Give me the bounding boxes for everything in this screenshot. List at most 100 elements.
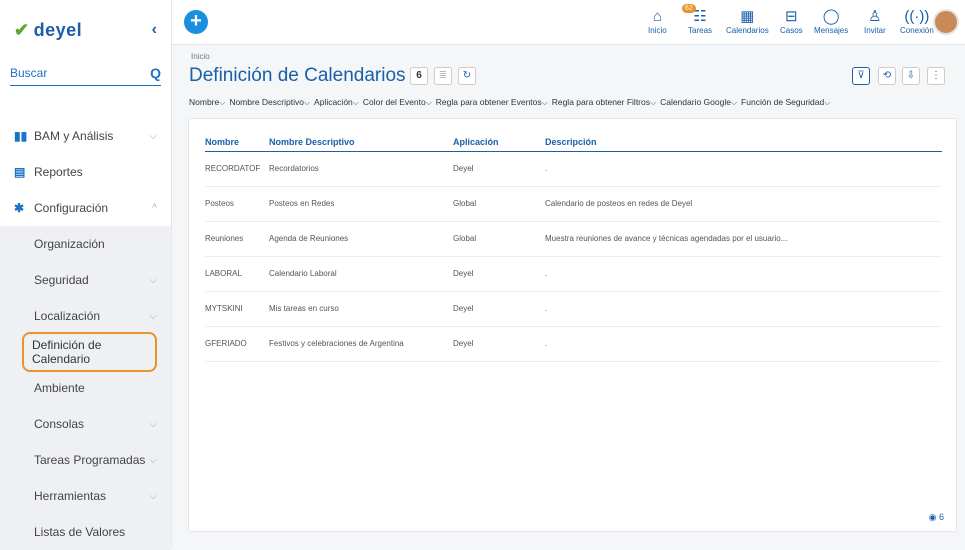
- cell-aplicacion: Global: [453, 186, 545, 222]
- topbar-inicio[interactable]: ⌂ Inicio: [648, 8, 667, 35]
- topbar-tareas[interactable]: 62 ☷ Tareas: [682, 4, 712, 35]
- filter-nombre[interactable]: Nombre⌵: [189, 97, 225, 108]
- footer-count: 6: [938, 512, 944, 522]
- history-icon[interactable]: ⟲: [878, 67, 896, 85]
- search-label: Buscar: [10, 65, 48, 80]
- deyel-logo[interactable]: ✔ deyel: [14, 20, 82, 41]
- sidebar-item-ambiente[interactable]: Ambiente: [0, 370, 171, 406]
- column-header-nombre-descriptivo[interactable]: Nombre Descriptivo: [269, 133, 453, 152]
- topbar-label: Calendarios: [726, 26, 769, 35]
- sidebar-item-seguridad[interactable]: Seguridad ⌵: [0, 262, 171, 298]
- tasks-badge: 62: [682, 4, 696, 13]
- table-row[interactable]: Reuniones Agenda de Reuniones Global Muestr…: [205, 221, 942, 257]
- cell-nombre: GFERIADO: [205, 326, 269, 362]
- filter-icon[interactable]: ⊽: [852, 67, 870, 85]
- sidebar: ✔ deyel ‹ Buscar Q ▮▮ BAM y Análisis ⌵ ▤ Rep…: [0, 0, 172, 550]
- column-header-nombre[interactable]: Nombre: [205, 133, 269, 152]
- topbar-casos[interactable]: ⊟ Casos: [780, 8, 803, 35]
- sidebar-item-herramientas[interactable]: Herramientas ⌵: [0, 478, 171, 514]
- cell-nombre: Posteos: [205, 186, 269, 222]
- sidebar-item-consolas[interactable]: Consolas ⌵: [0, 406, 171, 442]
- topbar-label: Invitar: [864, 26, 886, 35]
- edit-list-icon[interactable]: ≣: [434, 67, 452, 85]
- message-icon: ◯: [822, 8, 840, 25]
- filter-color-evento[interactable]: Color del Evento⌵: [363, 97, 432, 108]
- topbar-calendarios[interactable]: ▦ Calendarios: [726, 8, 769, 35]
- chevron-down-icon: ⌵: [149, 274, 157, 286]
- column-header-aplicacion[interactable]: Aplicación: [453, 133, 545, 152]
- cell-descripcion: .: [545, 151, 942, 187]
- export-icon[interactable]: ⇩: [902, 67, 920, 85]
- filter-label: Color del Evento: [362, 97, 426, 107]
- column-header-descripcion[interactable]: Descripción: [545, 133, 942, 152]
- topbar-mensajes[interactable]: ◯ Mensajes: [814, 8, 848, 35]
- filter-regla-filtros[interactable]: Regla para obtener Filtros⌵: [552, 97, 656, 108]
- filter-funcion-seguridad[interactable]: Función de Seguridad⌵: [741, 97, 830, 108]
- search-input[interactable]: Buscar Q: [10, 60, 161, 86]
- sidebar-item-label: Ambiente: [34, 381, 85, 395]
- cell-aplicacion: Deyel: [453, 326, 545, 362]
- table-row[interactable]: LABORAL Calendario Laboral Deyel.: [205, 256, 942, 292]
- sidebar-item-definicion-calendario[interactable]: Definición de Calendario: [0, 332, 171, 372]
- sidebar-item-localizacion[interactable]: Localización ⌵: [0, 298, 171, 334]
- configuracion-submenu: Organización Seguridad ⌵ Localización ⌵ De…: [0, 226, 171, 550]
- chevron-down-icon: ⌵: [303, 98, 311, 107]
- filter-nombre-descriptivo[interactable]: Nombre Descriptivo⌵: [229, 97, 310, 108]
- chevron-down-icon: ⌵: [149, 418, 157, 430]
- chevron-down-icon: ⌵: [824, 98, 831, 107]
- cell-nombre-descriptivo: Agenda de Reuniones: [269, 221, 453, 257]
- cell-aplicacion: Deyel: [453, 151, 545, 187]
- cell-nombre-descriptivo: Festivos y celebraciones de Argentina: [269, 326, 453, 362]
- cell-nombre: Reuniones: [205, 221, 269, 257]
- gear-icon: ✱: [14, 201, 25, 215]
- collapse-sidebar-button[interactable]: ‹: [152, 21, 157, 39]
- chevron-down-icon: ⌵: [425, 98, 432, 107]
- sidebar-item-label: Definición de Calendario: [22, 332, 157, 372]
- filter-calendario-google[interactable]: Calendario Google⌵: [660, 97, 737, 108]
- briefcase-icon: ⊟: [785, 8, 798, 25]
- cell-nombre: LABORAL: [205, 256, 269, 292]
- chevron-down-icon: ⌵: [650, 98, 657, 107]
- filter-label: Función de Seguridad: [741, 97, 825, 107]
- search-icon[interactable]: Q: [150, 65, 161, 81]
- sidebar-item-label: Consolas: [34, 417, 85, 431]
- sidebar-item-tareas-programadas[interactable]: Tareas Programadas ⌵: [0, 442, 171, 478]
- topbar: + ⌂ Inicio 62 ☷ Tareas ▦ Calendarios ⊟ Casos …: [172, 0, 965, 45]
- sidebar-item-label: Localización: [34, 309, 101, 323]
- sidebar-item-label: Reportes: [34, 165, 83, 179]
- filter-label: Regla para obtener Eventos: [435, 97, 542, 107]
- filter-label: Regla para obtener Filtros: [551, 97, 650, 107]
- sidebar-item-configuracion[interactable]: ✱ Configuración ^: [0, 190, 171, 226]
- chevron-down-icon: ⌵: [149, 490, 157, 502]
- chevron-down-icon: ⌵: [149, 454, 157, 466]
- table-row[interactable]: Posteos Posteos en Redes Global Calendario …: [205, 186, 942, 222]
- sidebar-item-bam[interactable]: ▮▮ BAM y Análisis ⌵: [0, 118, 171, 154]
- topbar-invitar[interactable]: ♙ Invitar: [864, 8, 886, 35]
- results-card: Nombre Nombre Descriptivo Aplicación Des…: [188, 118, 957, 532]
- table-row[interactable]: MYTSKINI Mis tareas en curso Deyel.: [205, 291, 942, 327]
- topbar-conexion[interactable]: ((·)) Conexión: [900, 8, 934, 35]
- add-button[interactable]: +: [184, 10, 208, 34]
- filter-regla-eventos[interactable]: Regla para obtener Eventos⌵: [436, 97, 548, 108]
- sidebar-item-label: Organización: [34, 237, 105, 251]
- avatar[interactable]: [933, 9, 959, 35]
- cell-nombre: RECORDATOF: [205, 151, 269, 187]
- sidebar-item-listas-valores[interactable]: Listas de Valores: [0, 514, 171, 550]
- topbar-label: Mensajes: [814, 26, 849, 35]
- refresh-icon[interactable]: ↻: [458, 67, 476, 85]
- visible-count: ◉ 6: [929, 512, 944, 523]
- table-row[interactable]: GFERIADO Festivos y celebraciones de Arge…: [205, 326, 942, 362]
- sidebar-item-label: Herramientas: [34, 489, 107, 503]
- filter-label: Nombre: [189, 97, 220, 107]
- cell-descripcion: Calendario de posteos en redes de Deyel: [545, 186, 942, 222]
- breadcrumb[interactable]: Inicio: [191, 52, 210, 61]
- sidebar-item-organizacion[interactable]: Organización: [0, 226, 171, 262]
- filter-aplicacion[interactable]: Aplicación⌵: [314, 97, 359, 108]
- more-options-icon[interactable]: ⋮: [927, 67, 945, 85]
- cell-descripcion: .: [545, 256, 942, 292]
- sidebar-item-label: Seguridad: [34, 273, 89, 287]
- table-row[interactable]: RECORDATOF Recordatorios Deyel.: [205, 151, 942, 187]
- sidebar-item-label: BAM y Análisis: [34, 129, 114, 143]
- report-icon: ▤: [14, 165, 26, 179]
- sidebar-item-reportes[interactable]: ▤ Reportes: [0, 154, 171, 190]
